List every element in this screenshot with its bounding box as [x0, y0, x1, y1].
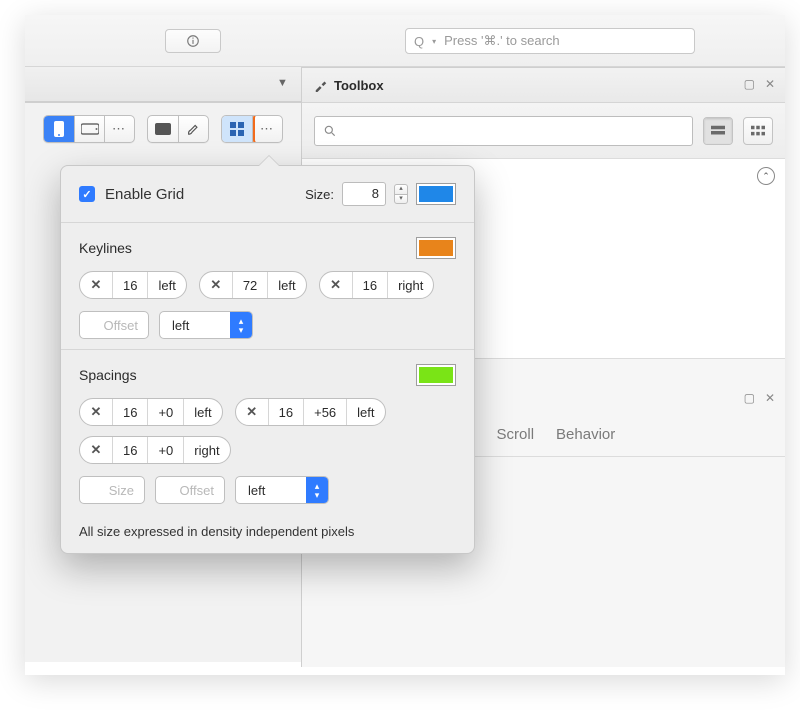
keyline-offset-placeholder: Offset: [80, 312, 148, 338]
spacing-edge[interactable]: right: [183, 437, 229, 463]
grid-view-icon[interactable]: [744, 118, 772, 144]
remove-spacing-icon[interactable]: ✕: [80, 437, 112, 463]
toolbox-title: Toolbox: [334, 78, 384, 93]
device-segmented[interactable]: ⋯: [43, 115, 135, 143]
device-landscape-button[interactable]: [74, 116, 104, 142]
window-titlebar: Q ▾ Press '⌘.' to search: [25, 15, 785, 67]
spacing-offset-placeholder: Offset: [156, 477, 224, 503]
panel-close-icon[interactable]: ✕: [765, 77, 775, 91]
spacing-offset-input[interactable]: Offset: [155, 476, 225, 504]
toolbox-search-row: [302, 103, 785, 159]
spacing-size-input[interactable]: Size: [79, 476, 145, 504]
spacings-heading: Spacings: [79, 367, 137, 383]
spacings-list: ✕ 16 +0 left ✕ 16 +56 left ✕ 16 +0 right: [79, 398, 456, 464]
panel-maximize-icon[interactable]: ▢: [744, 391, 755, 405]
collapse-all-icon[interactable]: ⌃: [757, 167, 775, 185]
keyline-chip: ✕ 16 right: [319, 271, 435, 299]
keyline-offset-input[interactable]: Offset: [79, 311, 149, 339]
spacing-offset[interactable]: +0: [147, 399, 183, 425]
panel-maximize-icon[interactable]: ▢: [744, 77, 755, 91]
grid-size-stepper[interactable]: ▴▾: [394, 184, 408, 204]
spacing-edge[interactable]: left: [346, 399, 384, 425]
spacing-size[interactable]: 16: [112, 437, 147, 463]
info-icon: [186, 34, 200, 48]
keyline-chip: ✕ 16 left: [79, 271, 187, 299]
search-icon: [323, 124, 337, 138]
info-button[interactable]: [165, 29, 221, 53]
brush-button[interactable]: [178, 116, 208, 142]
titlebar-search[interactable]: Q ▾ Press '⌘.' to search: [405, 28, 695, 54]
keyline-value[interactable]: 16: [352, 272, 387, 298]
grid-size-input[interactable]: 8: [342, 182, 386, 206]
spacing-size-placeholder: Size: [80, 477, 144, 503]
spacing-edge-select[interactable]: left ▴▾: [235, 476, 329, 504]
enable-grid-label: Enable Grid: [105, 186, 184, 203]
spacing-chip: ✕ 16 +0 left: [79, 398, 223, 426]
spacing-chip: ✕ 16 +0 right: [79, 436, 231, 464]
panel-close-icon[interactable]: ✕: [765, 391, 775, 405]
keylines-color-well[interactable]: [416, 237, 456, 259]
disclosure-triangle-icon[interactable]: ▼: [277, 77, 288, 89]
keyline-edge[interactable]: left: [147, 272, 185, 298]
dark-theme-button[interactable]: [148, 116, 178, 142]
device-portrait-button[interactable]: [44, 116, 74, 142]
search-q-icon: Q: [414, 34, 424, 49]
tab-behavior[interactable]: Behavior: [556, 426, 615, 443]
device-more-button[interactable]: ⋯: [104, 116, 134, 142]
enable-grid-checkbox[interactable]: ✓: [79, 186, 95, 202]
grid-size-label: Size:: [305, 187, 334, 202]
keyline-value[interactable]: 16: [112, 272, 147, 298]
grid-segmented[interactable]: ⋯: [221, 115, 283, 143]
spacings-color-well[interactable]: [416, 364, 456, 386]
grid-color-well[interactable]: [416, 183, 456, 205]
chevron-down-icon: ▾: [432, 37, 436, 46]
remove-keyline-icon[interactable]: ✕: [200, 272, 232, 298]
titlebar-search-placeholder: Press '⌘.' to search: [444, 33, 560, 49]
keyline-edge[interactable]: right: [387, 272, 433, 298]
tab-scroll[interactable]: Scroll: [497, 426, 535, 443]
toolbox-search-input[interactable]: [314, 116, 693, 146]
hammer-icon: [314, 78, 328, 92]
grid-options-button[interactable]: ⋯: [252, 116, 282, 142]
spacing-size[interactable]: 16: [112, 399, 147, 425]
remove-spacing-icon[interactable]: ✕: [236, 399, 268, 425]
grid-toggle-button[interactable]: [222, 116, 252, 142]
select-arrows-icon: ▴▾: [230, 312, 252, 338]
remove-spacing-icon[interactable]: ✕: [80, 399, 112, 425]
keyline-chip: ✕ 72 left: [199, 271, 307, 299]
toolbox-view-mode[interactable]: [703, 117, 733, 145]
list-view-icon[interactable]: [704, 118, 732, 144]
remove-keyline-icon[interactable]: ✕: [80, 272, 112, 298]
spacing-size[interactable]: 16: [268, 399, 303, 425]
theme-segmented[interactable]: [147, 115, 209, 143]
spacing-chip: ✕ 16 +56 left: [235, 398, 386, 426]
stepper-up-icon[interactable]: ▴: [394, 184, 408, 194]
toolbox-grid-view[interactable]: [743, 117, 773, 145]
design-toolbar: ⋯ ⋯: [43, 115, 283, 143]
keylines-list: ✕ 16 left ✕ 72 left ✕ 16 right: [79, 271, 456, 299]
keylines-heading: Keylines: [79, 240, 132, 256]
spacing-edge[interactable]: left: [183, 399, 221, 425]
keyline-value[interactable]: 72: [232, 272, 267, 298]
footnote-text: All size expressed in density independen…: [79, 524, 456, 539]
spacing-offset[interactable]: +56: [303, 399, 346, 425]
grid-options-popover: ✓ Enable Grid Size: 8 ▴▾ Keylines ✕ 16 l…: [60, 165, 475, 554]
toolbox-header: Toolbox ▢ ✕: [302, 68, 785, 103]
keyline-edge[interactable]: left: [267, 272, 305, 298]
select-arrows-icon: ▴▾: [306, 477, 328, 503]
spacing-offset[interactable]: +0: [147, 437, 183, 463]
stepper-down-icon[interactable]: ▾: [394, 194, 408, 204]
keyline-edge-select[interactable]: left ▴▾: [159, 311, 253, 339]
remove-keyline-icon[interactable]: ✕: [320, 272, 352, 298]
